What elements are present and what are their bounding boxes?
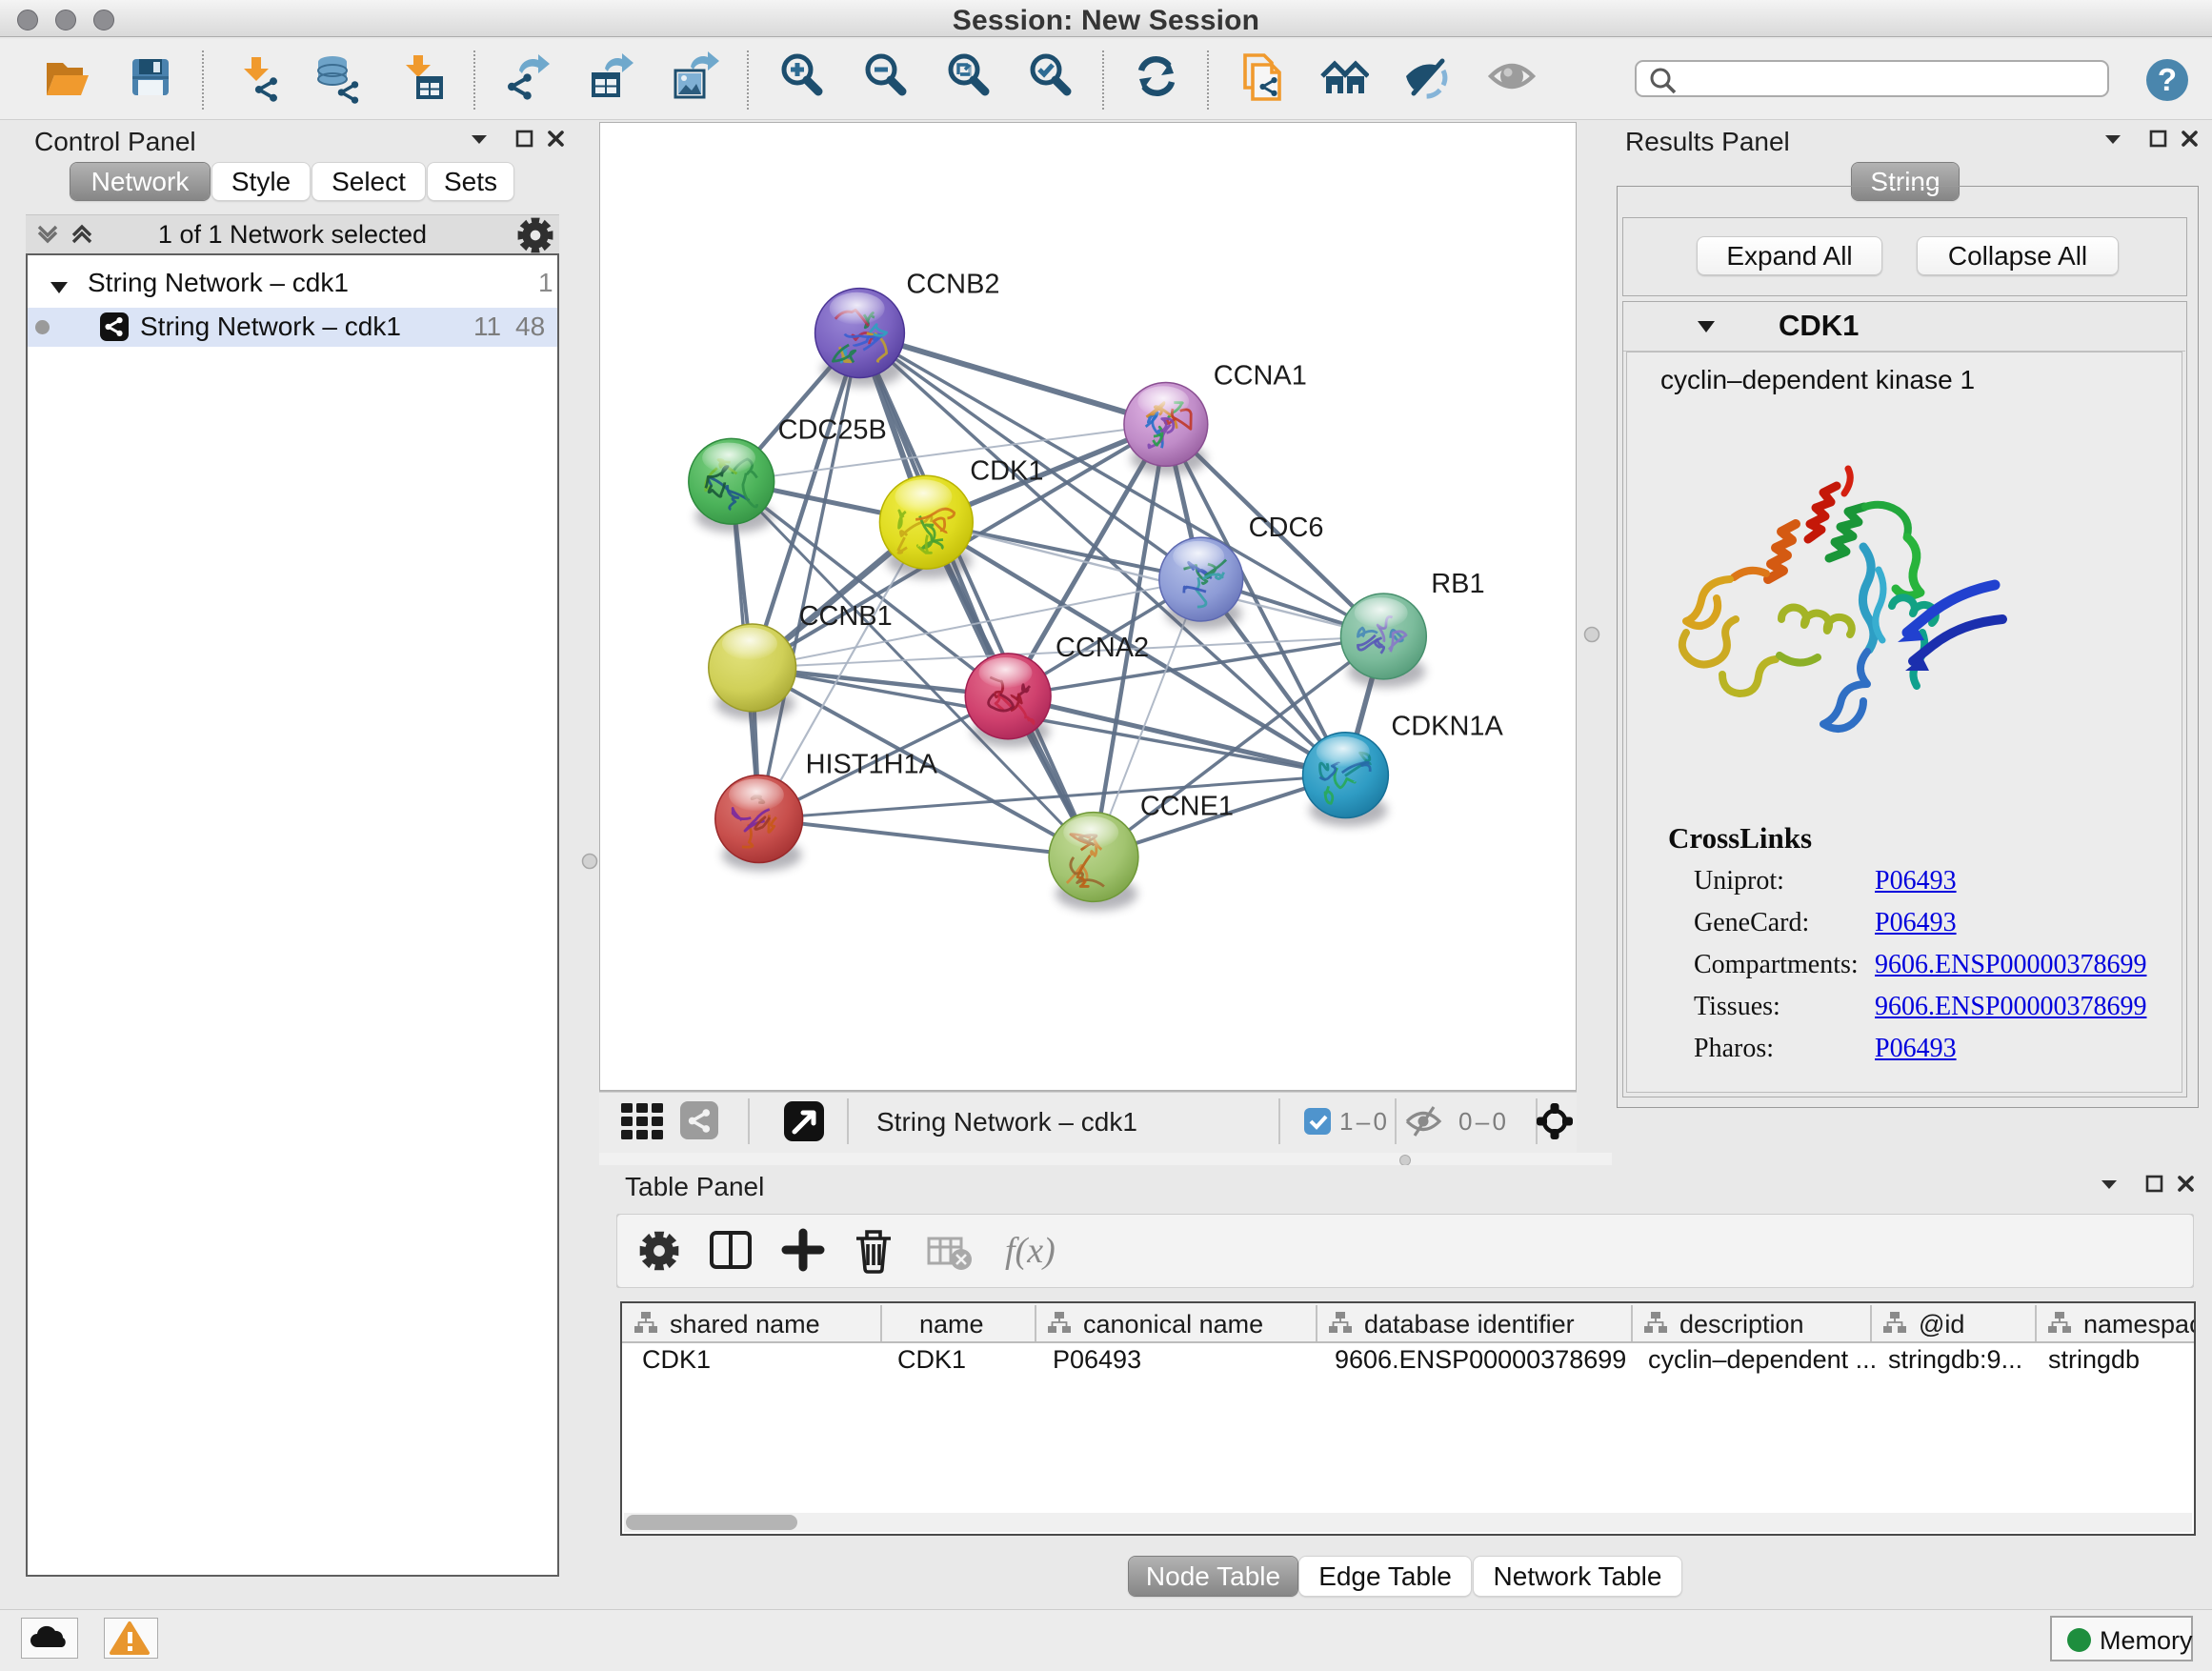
svg-text:name: name <box>919 1310 984 1339</box>
svg-text:stringdb: stringdb <box>2048 1345 2140 1374</box>
svg-text:CDK1: CDK1 <box>970 455 1043 486</box>
svg-text:canonical name: canonical name <box>1083 1310 1263 1339</box>
svg-text:P06493: P06493 <box>1053 1345 1141 1374</box>
svg-text:9606.ENSP00000378699: 9606.ENSP00000378699 <box>1335 1345 1626 1374</box>
svg-text:cyclin–dependent ...: cyclin–dependent ... <box>1648 1345 1877 1374</box>
svg-text:String Network – cdk1: String Network – cdk1 <box>876 1107 1137 1137</box>
svg-text:HIST1H1A: HIST1H1A <box>806 750 938 780</box>
svg-text:stringdb:9...: stringdb:9... <box>1888 1345 2022 1374</box>
svg-text:CCNB1: CCNB1 <box>799 601 893 632</box>
svg-text:1 – 0: 1 – 0 <box>1339 1107 1387 1136</box>
svg-text:RB1: RB1 <box>1431 569 1484 599</box>
svg-text:CDK1: CDK1 <box>642 1345 711 1374</box>
svg-text:CDC25B: CDC25B <box>778 414 887 445</box>
svg-text:f(x): f(x) <box>1005 1231 1056 1271</box>
svg-text:CCNA2: CCNA2 <box>1056 633 1149 663</box>
svg-text:database identifier: database identifier <box>1364 1310 1575 1339</box>
svg-text:CCNB2: CCNB2 <box>906 270 999 300</box>
svg-text:CDC6: CDC6 <box>1249 513 1324 543</box>
svg-text:CDK1: CDK1 <box>897 1345 966 1374</box>
svg-text:namespace: namespace <box>2083 1310 2194 1339</box>
svg-text:CDKN1A: CDKN1A <box>1391 712 1503 742</box>
svg-text:shared name: shared name <box>670 1310 820 1339</box>
svg-text:0 – 0: 0 – 0 <box>1458 1107 1506 1136</box>
svg-text:CCNA1: CCNA1 <box>1214 360 1307 391</box>
svg-text:description: description <box>1679 1310 1804 1339</box>
svg-text:@id: @id <box>1919 1310 1964 1339</box>
svg-text:CCNE1: CCNE1 <box>1140 792 1234 822</box>
